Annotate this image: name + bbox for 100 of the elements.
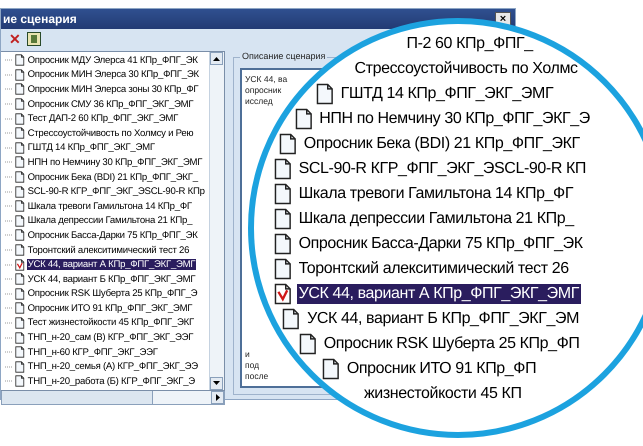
magnified-item: УСК 44, вариант А КПр_ФПГ_ЭКГ_ЭМГ xyxy=(296,284,581,304)
checked-document-icon xyxy=(274,282,292,304)
tree-line xyxy=(5,103,13,106)
tree-line xyxy=(5,234,13,236)
up-arrow-icon[interactable] xyxy=(213,56,220,60)
tree-line xyxy=(5,249,13,252)
document-icon xyxy=(15,186,25,198)
scenario-item[interactable]: ТНП_н-20_семья (А) КГР_ФПГ_ЭКГ_ЭЭ xyxy=(26,361,199,372)
tree-line xyxy=(5,190,13,193)
scenario-item[interactable]: ТНП_н-20_работа (Б) КГР_ФПГ_ЭКГ_Э xyxy=(26,376,196,387)
document-icon xyxy=(294,108,312,130)
description-text: УСК 44, ва xyxy=(245,74,288,85)
scenario-item[interactable]: НПН по Немчину 30 КПр_ФПГ_ЭКГ_ЭМГ xyxy=(26,156,204,168)
magnified-item: Стрессоустойчивость по Холмс xyxy=(353,58,579,78)
scenario-item[interactable]: ТНП_н-20_сам (В) КГР_ФПГ_ЭКГ_ЭЭГ xyxy=(26,332,194,344)
tree-line xyxy=(5,176,13,178)
magnified-item: УСК 44, вариант Б КПр_ФПГ_ЭКГ_ЭМ xyxy=(306,308,580,328)
window-title: ие сценария xyxy=(3,12,77,26)
tree-line xyxy=(5,118,13,120)
document-icon xyxy=(299,332,317,354)
document-icon xyxy=(274,258,292,280)
scenario-item[interactable]: УСК 44, вариант Б КПр_ФПГ_ЭКГ_ЭМГ xyxy=(26,274,196,285)
document-icon xyxy=(15,68,25,81)
scenario-item[interactable]: ТНП_н-60 КГР_ФПГ_ЭКГ_ЭЭГ xyxy=(26,346,159,358)
down-arrow-icon[interactable] xyxy=(213,381,220,386)
description-text: исслед xyxy=(245,96,273,107)
tree-line xyxy=(5,220,13,222)
document-icon xyxy=(15,98,25,110)
magnified-item: жизнестойкости 45 КП xyxy=(363,384,523,404)
document-icon xyxy=(316,82,334,104)
scenario-item[interactable]: Опросник МИН Элерса зоны 30 КПр_ФГ xyxy=(26,84,200,95)
description-text: и xyxy=(245,349,250,360)
tree-line xyxy=(5,74,13,76)
right-arrow-icon[interactable] xyxy=(216,394,220,401)
tree-line xyxy=(5,366,13,368)
description-text: под xyxy=(245,360,260,371)
document-icon xyxy=(15,244,25,256)
tree-line xyxy=(5,264,13,266)
document-icon xyxy=(15,332,25,344)
document-icon xyxy=(274,182,292,204)
tree-line xyxy=(5,88,13,90)
document-icon xyxy=(15,156,25,168)
document-icon xyxy=(15,375,25,388)
tree-line xyxy=(5,205,13,208)
magnified-item: Опросник Бека (BDI) 21 КПр_ФПГ_ЭКГ xyxy=(302,134,581,154)
document-icon xyxy=(15,229,25,242)
document-icon xyxy=(282,308,300,330)
document-icon xyxy=(15,200,25,212)
vertical-scrollbar[interactable] xyxy=(209,52,224,390)
scenario-item[interactable]: Опросник СМУ 36 КПр_ФПГ_ЭКГ_ЭМГ xyxy=(26,98,194,110)
document-icon xyxy=(15,316,25,329)
magnified-item: Шкала депрессии Гамильтона 21 КПр_ xyxy=(298,208,576,228)
document-icon xyxy=(15,360,25,373)
tree-line xyxy=(5,161,13,164)
tree-line xyxy=(5,132,13,134)
document-icon xyxy=(15,214,25,227)
document-icon xyxy=(15,171,25,184)
tree-line xyxy=(5,336,13,339)
magnified-item: П-2 60 КПр_ФПГ_ xyxy=(405,34,534,54)
tree-line xyxy=(5,322,13,324)
scenario-item[interactable]: Шкала депрессии Гамильтона 21 КПр_ xyxy=(26,215,194,226)
tree-line xyxy=(5,59,13,62)
document-icon xyxy=(15,142,25,154)
scenario-item[interactable]: Стрессоустойчивость по Холмсу и Рею xyxy=(26,128,194,139)
scenario-item[interactable]: Опросник Басса-Дарки 75 КПр_ФПГ_ЭК xyxy=(26,230,199,241)
document-icon xyxy=(15,112,25,125)
magnified-item: НПН по Немчину 30 КПр_ФПГ_ЭКГ_Э xyxy=(318,108,591,128)
scenario-item[interactable]: Опросник ИТО 91 КПр_ФПГ_ЭКГ_ЭМГ xyxy=(26,302,194,314)
tree-line xyxy=(5,146,13,149)
tree-line xyxy=(5,307,13,310)
scenario-item[interactable]: Опросник RSK Шуберта 25 КПр_ФПГ_Э xyxy=(26,288,198,300)
scenario-item[interactable]: Тест ДАП-2 60 КПр_ФПГ_ЭКГ_ЭМГ xyxy=(26,113,180,124)
document-icon xyxy=(15,302,25,314)
magnified-item: Опросник RSK Шуберта 25 КПр_ФП xyxy=(322,334,581,354)
magnified-item: Опросник Басса-Дарки 75 КПр_ФПГ_ЭК xyxy=(298,234,584,254)
scenario-item[interactable]: Шкала тревоги Гамильтона 14 КПр_ФГ xyxy=(26,200,193,212)
document-icon xyxy=(15,127,25,140)
horizontal-scrollbar[interactable] xyxy=(1,390,225,405)
scenario-item[interactable]: ГШТД 14 КПр_ФПГ_ЭКГ_ЭМГ xyxy=(26,142,156,154)
tree-line xyxy=(5,292,13,295)
document-icon xyxy=(15,346,25,358)
document-icon xyxy=(15,273,25,286)
delete-button[interactable]: ✕ xyxy=(9,32,21,46)
scenario-item[interactable]: Опросник МДУ Элерса 41 КПр_ФПГ_ЭК xyxy=(26,54,199,66)
scenario-item[interactable]: Опросник МИН Элерса 30 КПр_ФПГ_ЭК xyxy=(26,69,200,80)
document-icon xyxy=(274,158,292,180)
scenario-item[interactable]: УСК 44, вариант А КПр_ФПГ_ЭКГ_ЭМГ xyxy=(26,259,196,270)
magnified-item: SCL-90-R КГР_ФПГ_ЭКГ_ЭSCL-90-R КП xyxy=(298,158,588,178)
description-text: опросник xyxy=(245,85,282,96)
properties-icon[interactable] xyxy=(27,32,41,46)
scenario-item[interactable]: Опросник Бека (BDI) 21 КПр_ФПГ_ЭКГ_ xyxy=(26,172,199,183)
tree-line xyxy=(5,351,13,354)
document-icon xyxy=(15,288,25,300)
magnified-item: ГШТД 14 КПр_ФПГ_ЭКГ_ЭМГ xyxy=(340,84,554,104)
scenario-item[interactable]: Тест жизнестойкости 45 КПр_ФПГ_ЭКГ xyxy=(26,317,195,328)
tree-line xyxy=(5,380,13,382)
scenario-item[interactable]: SCL-90-R КГР_ФПГ_ЭКГ_ЭSCL-90-R КПр xyxy=(26,186,206,198)
scenario-item[interactable]: Торонтский алекситимический тест 26 xyxy=(26,244,190,256)
document-icon xyxy=(274,232,292,254)
document-icon xyxy=(322,358,340,380)
